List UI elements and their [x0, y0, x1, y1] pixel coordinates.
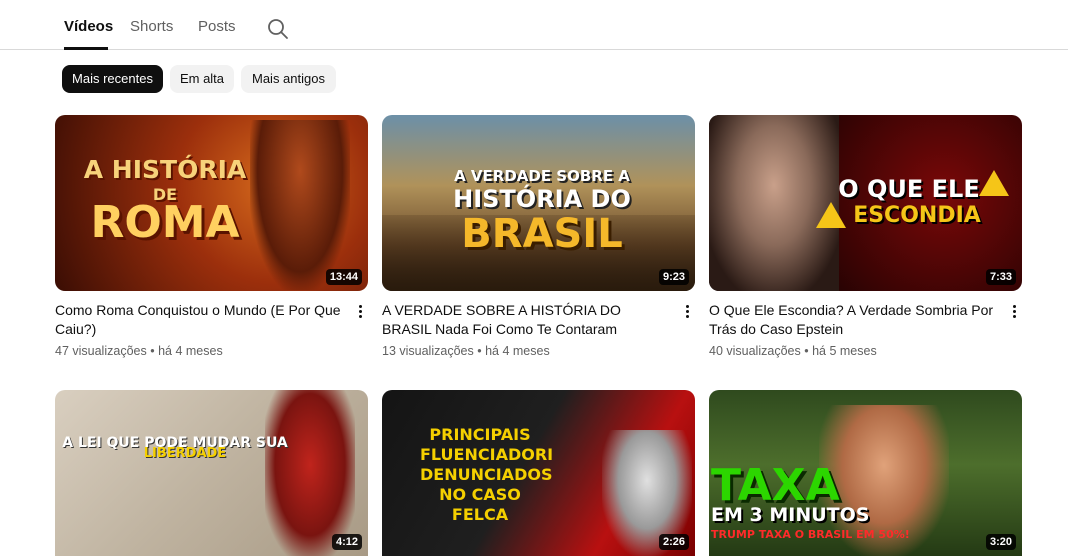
thumb-text-line: DENUNCIADOS: [420, 465, 553, 484]
tab-shorts[interactable]: Shorts: [130, 18, 173, 35]
video-title[interactable]: O Que Ele Escondia? A Verdade Sombria Po…: [709, 301, 1001, 339]
video-duration: 13:44: [325, 269, 362, 285]
tab-videos[interactable]: Vídeos: [64, 18, 113, 35]
meta-separator: •: [477, 344, 482, 358]
thumb-text-line: TRUMP TAXA O BRASIL EM 50%!: [711, 528, 910, 541]
video-meta: 40 visualizações • há 5 meses: [709, 344, 877, 358]
video-duration: 7:33: [985, 269, 1016, 285]
thumb-text-line: PRINCIPAIS: [429, 425, 531, 444]
thumb-text-line: O QUE ELE: [838, 175, 980, 203]
video-card[interactable]: TAXA EM 3 MINUTOS TRUMP TAXA O BRASIL EM…: [709, 390, 1022, 556]
upload-age: há 4 meses: [158, 344, 223, 358]
video-thumbnail[interactable]: TAXA EM 3 MINUTOS TRUMP TAXA O BRASIL EM…: [709, 390, 1022, 556]
video-thumbnail[interactable]: O QUE ELE ESCONDIA 7:33: [709, 115, 1022, 291]
video-card[interactable]: A VERDADE SOBRE A HISTÓRIA DO BRASIL 9:2…: [382, 115, 695, 365]
tab-posts[interactable]: Posts: [198, 18, 236, 35]
view-count: 47 visualizações: [55, 344, 147, 358]
chip-mais-antigos[interactable]: Mais antigos: [241, 65, 336, 93]
video-thumbnail[interactable]: A LEI QUE PODE MUDAR SUA LIBERDADE 4:12: [55, 390, 368, 556]
video-thumbnail[interactable]: PRINCIPAIS FLUENCIADORI DENUNCIADOS NO C…: [382, 390, 695, 556]
thumb-text-line: BRASIL: [461, 211, 623, 257]
thumb-text-line: FLUENCIADORI: [420, 445, 554, 464]
meta-separator: •: [150, 344, 155, 358]
video-thumbnail[interactable]: A HISTÓRIA DE ROMA 13:44: [55, 115, 368, 291]
video-duration: 2:26: [658, 534, 689, 550]
more-options-icon[interactable]: [1006, 303, 1022, 323]
video-duration: 3:20: [985, 534, 1016, 550]
video-title[interactable]: Como Roma Conquistou o Mundo (E Por Que …: [55, 301, 347, 339]
thumb-text-line: LIBERDADE: [143, 446, 227, 461]
meta-separator: •: [804, 344, 809, 358]
thumb-text-line: A HISTÓRIA: [83, 155, 247, 184]
video-duration: 4:12: [331, 534, 362, 550]
video-meta: 47 visualizações • há 4 meses: [55, 344, 223, 358]
upload-age: há 5 meses: [812, 344, 877, 358]
thumb-text-line: FELCA: [451, 505, 509, 524]
thumb-text-line: EM 3 MINUTOS: [711, 504, 870, 526]
hero-figure: [265, 390, 355, 556]
thumb-text-line: NO CASO: [439, 485, 521, 504]
video-thumbnail[interactable]: A VERDADE SOBRE A HISTÓRIA DO BRASIL 9:2…: [382, 115, 695, 291]
video-card[interactable]: A HISTÓRIA DE ROMA 13:44 Como Roma Conqu…: [55, 115, 368, 365]
view-count: 40 visualizações: [709, 344, 801, 358]
video-card[interactable]: A LEI QUE PODE MUDAR SUA LIBERDADE 4:12: [55, 390, 368, 556]
view-count: 13 visualizações: [382, 344, 474, 358]
video-meta: 13 visualizações • há 4 meses: [382, 344, 550, 358]
channel-tabs: Vídeos Shorts Posts: [0, 0, 1068, 50]
more-options-icon[interactable]: [679, 303, 695, 323]
warning-icon: [816, 202, 846, 228]
video-duration: 9:23: [658, 269, 689, 285]
video-card[interactable]: O QUE ELE ESCONDIA 7:33 O Que Ele Escond…: [709, 115, 1022, 365]
chip-mais-recentes[interactable]: Mais recentes: [62, 65, 163, 93]
video-card[interactable]: PRINCIPAIS FLUENCIADORI DENUNCIADOS NO C…: [382, 390, 695, 556]
thumb-text-line: ROMA: [90, 197, 240, 248]
thumb-text-line: HISTÓRIA DO: [453, 185, 631, 213]
active-tab-indicator: [64, 47, 108, 50]
warning-icon: [979, 170, 1009, 196]
gladiator-figure: [250, 120, 350, 290]
more-options-icon[interactable]: [352, 303, 368, 323]
thumb-text-line: ESCONDIA: [853, 203, 981, 228]
thumb-text-line: A VERDADE SOBRE A: [454, 167, 630, 185]
video-title[interactable]: A VERDADE SOBRE A HISTÓRIA DO BRASIL Nad…: [382, 301, 674, 339]
search-icon[interactable]: [266, 17, 290, 41]
upload-age: há 4 meses: [485, 344, 550, 358]
chip-em-alta[interactable]: Em alta: [170, 65, 234, 93]
